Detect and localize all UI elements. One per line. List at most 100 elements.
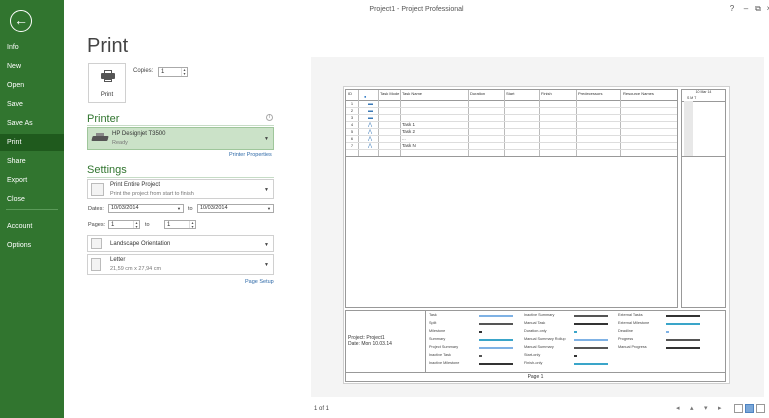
- help-button[interactable]: ?: [726, 4, 738, 13]
- spinner-arrows-icon[interactable]: ▴ ▾: [189, 221, 195, 229]
- legend-label: Inactive Task: [429, 353, 451, 357]
- legend-sample: [479, 355, 482, 357]
- pages-label: Pages:: [88, 222, 106, 228]
- print-button[interactable]: Print: [88, 63, 126, 103]
- sidebar-item-print[interactable]: Print: [0, 134, 64, 151]
- printer-properties-link[interactable]: Printer Properties: [229, 152, 272, 158]
- legend-sample: [479, 315, 513, 317]
- legend-sample: [574, 331, 577, 333]
- manual-mode-icon: ▬: [368, 115, 373, 121]
- date-to-field[interactable]: 10/03/2014 ▼: [197, 204, 274, 213]
- row-id: 2: [350, 108, 354, 113]
- legend-sample: [479, 331, 482, 333]
- page-from-stepper[interactable]: 1 ▴ ▾: [108, 220, 140, 229]
- spinner-arrows-icon[interactable]: ▴ ▾: [133, 221, 139, 229]
- sidebar-item-export[interactable]: Export: [0, 172, 64, 189]
- page-title: Print: [87, 35, 129, 57]
- legend-sample: [479, 339, 513, 341]
- table-row: 6 ⋀...: [346, 136, 677, 143]
- one-page-icon[interactable]: [745, 404, 754, 413]
- legend-sample: [479, 347, 513, 349]
- legend-label: Task: [429, 313, 437, 317]
- page-setup-link[interactable]: Page Setup: [245, 279, 274, 285]
- printer-status: Ready: [112, 140, 128, 146]
- date-to-value: 10/03/2014: [200, 205, 228, 211]
- row-id: 7: [350, 143, 354, 148]
- legend-label: External Milestone: [618, 321, 650, 325]
- header-resource-names: Resource Names: [623, 91, 654, 96]
- sidebar-item-open[interactable]: Open: [0, 77, 64, 94]
- printer-name: HP Designjet T3500: [112, 131, 166, 137]
- manual-mode-icon: ▬: [368, 108, 373, 114]
- printer-select[interactable]: HP Designjet T3500 Ready ▼: [87, 127, 274, 150]
- legend-label: Manual Summary Rollup: [524, 337, 566, 341]
- legend-sample: [574, 323, 608, 325]
- row-task-name: Task N: [402, 143, 416, 148]
- legend-label: Split: [429, 321, 437, 325]
- legend-sample: [666, 323, 700, 325]
- auto-mode-icon: ⋀: [368, 122, 373, 128]
- date-from-value: 10/03/2014: [111, 205, 139, 211]
- page-to-stepper[interactable]: 1 ▴ ▾: [164, 220, 196, 229]
- sidebar-item-account[interactable]: Account: [0, 218, 64, 235]
- manual-mode-icon: ▬: [368, 101, 373, 107]
- legend-sample: [574, 363, 608, 365]
- page-count: 1 of 1: [314, 406, 330, 412]
- sidebar-item-save[interactable]: Save: [0, 96, 64, 113]
- sidebar-item-options[interactable]: Options: [0, 237, 64, 254]
- scroll-up-icon[interactable]: ▴: [690, 404, 694, 412]
- row-id: 1: [350, 101, 354, 106]
- project-date: Date: Mon 10.03.14: [348, 341, 392, 347]
- sidebar-item-close[interactable]: Close: [0, 191, 64, 208]
- sidebar-item-new[interactable]: New: [0, 58, 64, 75]
- printer-device-icon: [91, 133, 109, 143]
- legend-label: Progress: [618, 337, 634, 341]
- info-icon[interactable]: i: [266, 114, 273, 121]
- legend-label: Manual Summary: [524, 345, 554, 349]
- copies-value: 1: [161, 69, 165, 75]
- header-predecessors: Predecessors: [578, 91, 603, 96]
- next-page-icon[interactable]: ▸: [718, 404, 722, 412]
- first-page-icon[interactable]: ◂: [676, 404, 680, 412]
- print-range-select[interactable]: Print Entire Project Print the project f…: [87, 179, 274, 199]
- project-backstage-window: ← Info New Open Save Save As Print Share…: [0, 0, 769, 418]
- legend-sample: [574, 355, 577, 357]
- print-range-description: Print the project from start to finish: [110, 191, 194, 197]
- close-button[interactable]: ×: [763, 4, 769, 13]
- legend-sample: [666, 331, 669, 333]
- legend-sample: [574, 347, 608, 349]
- paper-icon: [91, 258, 101, 271]
- sidebar-item-info[interactable]: Info: [0, 39, 64, 56]
- header-finish: Finish: [541, 91, 552, 96]
- legend-sample: [574, 339, 608, 341]
- print-button-label: Print: [100, 92, 114, 98]
- orientation-select[interactable]: Landscape Orientation ▼: [87, 235, 274, 252]
- copies-label: Copies:: [133, 68, 154, 74]
- table-row: 4 ⋀ Task 1: [346, 122, 677, 129]
- chevron-down-icon: ▼: [264, 242, 269, 248]
- sidebar-item-save-as[interactable]: Save As: [0, 115, 64, 132]
- copies-stepper[interactable]: 1 ▴ ▾: [158, 67, 188, 77]
- multiple-pages-icon[interactable]: [756, 404, 765, 413]
- actual-size-icon[interactable]: [734, 404, 743, 413]
- legend-sample: [479, 323, 513, 325]
- orientation-label: Landscape Orientation: [110, 241, 171, 247]
- minimize-button[interactable]: –: [740, 4, 752, 13]
- settings-heading: Settings: [87, 164, 127, 176]
- chevron-down-icon: ▼: [264, 262, 269, 268]
- timescale-days: S M T: [687, 96, 697, 100]
- header-duration: Duration: [470, 91, 486, 96]
- legend-label: Deadline: [618, 329, 633, 333]
- back-arrow-icon[interactable]: ←: [10, 10, 32, 32]
- legend-label: Milestone: [429, 329, 446, 333]
- row-task-name: Task 2: [402, 129, 416, 134]
- legend-label: Project Summary: [429, 345, 459, 349]
- scroll-down-icon[interactable]: ▾: [704, 404, 708, 412]
- paper-size-select[interactable]: Letter 21,59 cm x 27,94 cm ▼: [87, 254, 274, 275]
- sidebar-item-share[interactable]: Share: [0, 153, 64, 170]
- legend-label: Manual Progress: [618, 345, 647, 349]
- spinner-arrows-icon[interactable]: ▴ ▾: [181, 68, 187, 76]
- date-from-field[interactable]: 10/03/2014 ▼: [108, 204, 184, 213]
- window-title: Project1 - Project Professional: [369, 6, 464, 13]
- header-task-mode: Task Mode: [380, 91, 400, 96]
